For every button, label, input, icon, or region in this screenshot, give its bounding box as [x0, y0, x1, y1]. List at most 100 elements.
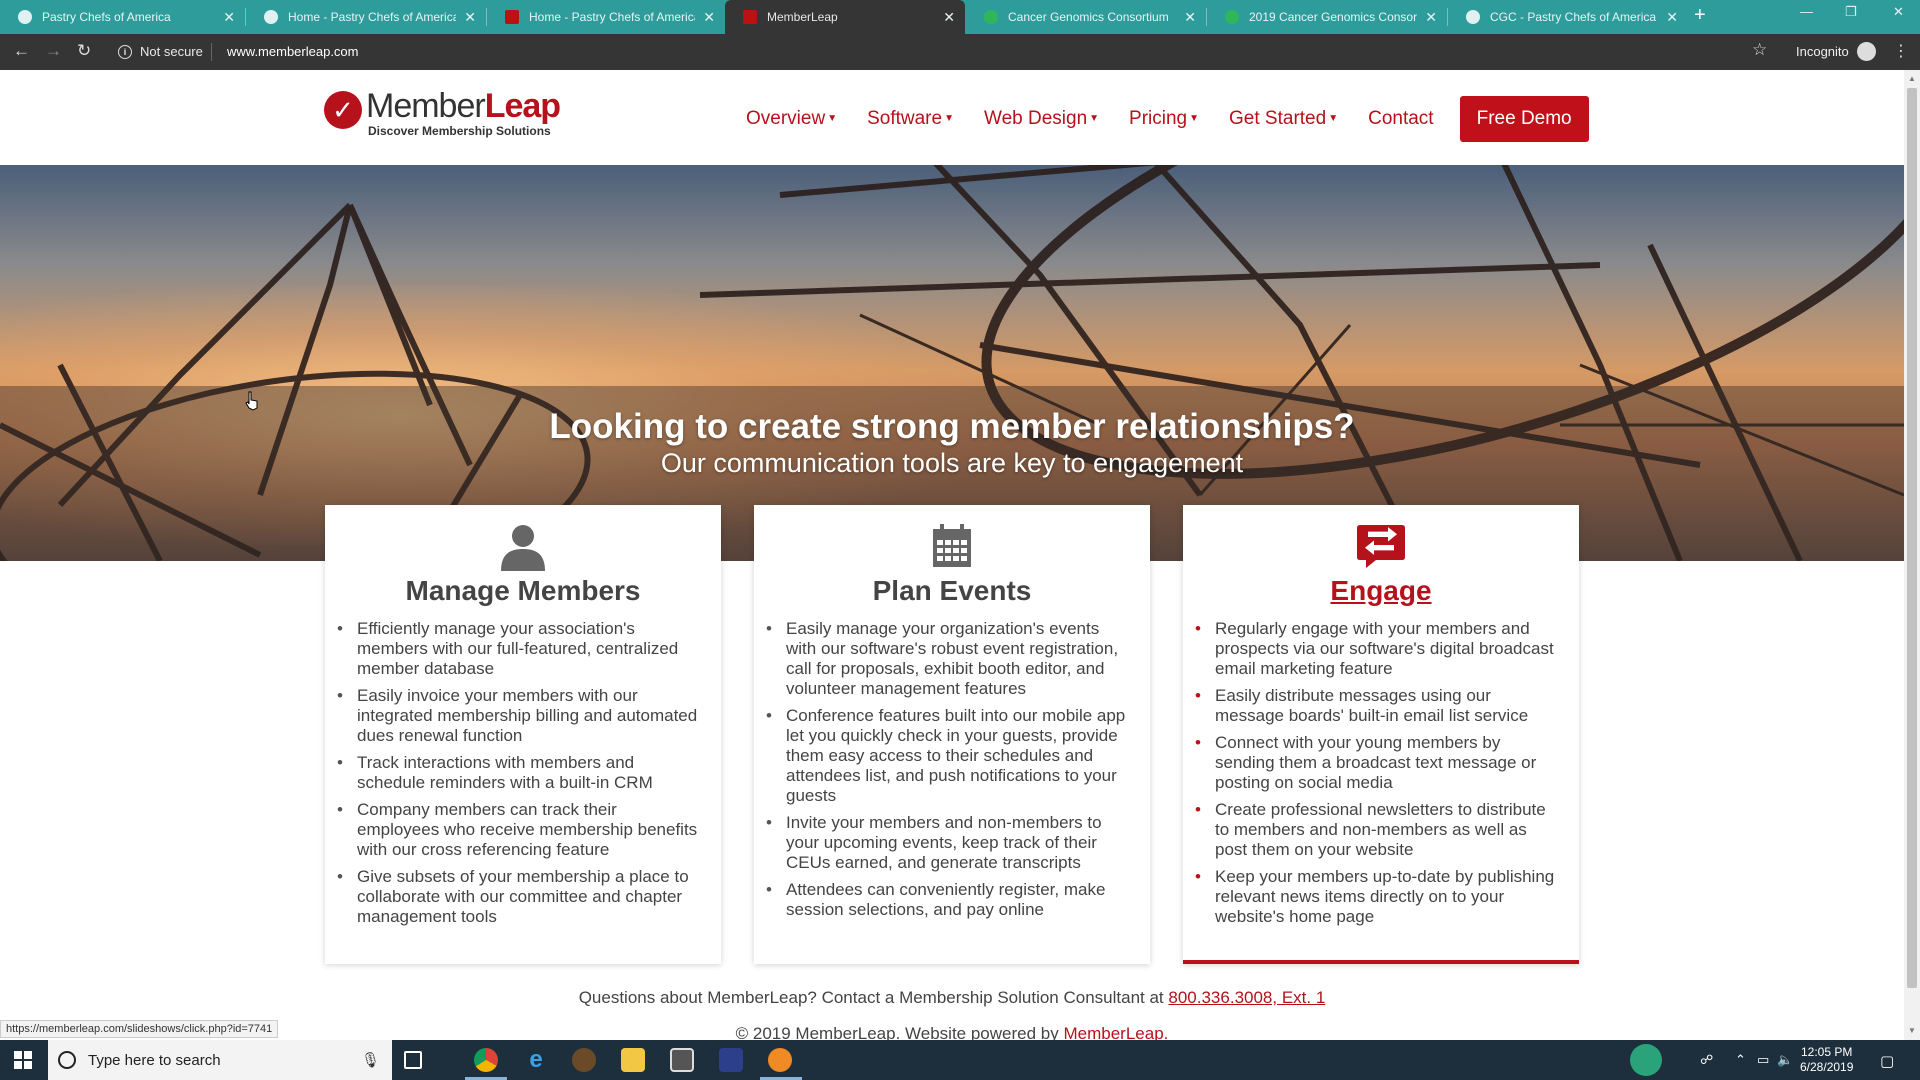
- caret-down-icon: ▼: [827, 113, 838, 125]
- close-icon[interactable]: ✕: [1184, 9, 1196, 26]
- close-icon[interactable]: ✕: [943, 9, 955, 26]
- memberleap-link[interactable]: MemberLeap.: [1063, 1024, 1168, 1040]
- nav-get-started[interactable]: Get Started ▼: [1229, 108, 1338, 130]
- list-item: Connect with your young members by sendi…: [1195, 733, 1559, 793]
- forward-arrow-icon[interactable]: →: [45, 41, 62, 61]
- volume-icon[interactable]: 🔈: [1777, 1052, 1793, 1068]
- file-explorer-icon[interactable]: [621, 1048, 645, 1072]
- app-icon[interactable]: [768, 1048, 792, 1072]
- browser-tab[interactable]: Pastry Chefs of America ✕: [0, 0, 245, 34]
- caret-down-icon: ▼: [944, 113, 954, 125]
- browser-tab[interactable]: 2019 Cancer Genomics Consortiu ✕: [1207, 0, 1447, 34]
- globe-icon: [18, 10, 32, 24]
- bookmark-star-icon[interactable]: ☆: [1752, 40, 1767, 60]
- scrollbar-thumb[interactable]: [1907, 88, 1917, 988]
- close-icon[interactable]: ✕: [223, 9, 235, 26]
- nav-software[interactable]: Software ▼: [867, 108, 954, 130]
- microphone-icon[interactable]: 🎙: [361, 1051, 380, 1069]
- globe-icon: [264, 10, 278, 24]
- tab-label: Home - Pastry Chefs of America: [288, 10, 457, 24]
- page-scrollbar[interactable]: ▲ ▼: [1904, 70, 1920, 1040]
- person-icon: [501, 525, 545, 571]
- chevron-up-icon[interactable]: ⌃: [1735, 1052, 1746, 1068]
- nav-overview[interactable]: Overview ▼: [746, 108, 837, 130]
- network-icon[interactable]: ▭: [1757, 1052, 1769, 1068]
- windows-start-icon[interactable]: [14, 1051, 32, 1069]
- internet-explorer-icon[interactable]: e: [524, 1048, 548, 1072]
- new-tab-plus-icon[interactable]: +: [1694, 4, 1706, 27]
- list-item: Attendees can conveniently register, mak…: [766, 880, 1130, 920]
- feature-card-manage-members: Manage Members Efficiently manage your a…: [325, 505, 721, 964]
- list-item: Invite your members and non-members to y…: [766, 813, 1130, 873]
- minimize-icon[interactable]: —: [1800, 4, 1813, 19]
- nav-label: Overview: [746, 108, 826, 129]
- url-field[interactable]: www.memberleap.com: [227, 44, 359, 59]
- list-item: Give subsets of your membership a place …: [337, 867, 701, 927]
- incognito-label: Incognito: [1796, 44, 1849, 59]
- tab-label: Cancer Genomics Consortium: [1008, 10, 1169, 24]
- incognito-icon[interactable]: [1857, 42, 1876, 61]
- browser-tab[interactable]: Cancer Genomics Consortium ✕: [966, 0, 1206, 34]
- close-icon[interactable]: ✕: [464, 9, 476, 26]
- list-item: Regularly engage with your members and p…: [1195, 619, 1559, 679]
- contact-text: Questions about MemberLeap? Contact a Me…: [578, 988, 1164, 1007]
- pulse-monitor-icon[interactable]: [1630, 1044, 1662, 1076]
- logo-name-part2: Leap: [484, 87, 561, 125]
- cgc-icon: [1225, 10, 1239, 24]
- close-window-icon[interactable]: ✕: [1893, 4, 1904, 20]
- scroll-up-icon[interactable]: ▲: [1908, 74, 1916, 83]
- site-header: ✓ MemberLeap Discover Membership Solutio…: [0, 70, 1904, 165]
- clock[interactable]: 12:05 PM 6/28/2019: [1800, 1045, 1853, 1075]
- web-page: ✓ MemberLeap Discover Membership Solutio…: [0, 70, 1904, 1040]
- search-placeholder: Type here to search: [88, 1051, 221, 1069]
- nav-web-design[interactable]: Web Design ▼: [984, 108, 1099, 130]
- clock-time: 12:05 PM: [1801, 1045, 1853, 1059]
- logo-tagline: Discover Membership Solutions: [368, 124, 551, 138]
- nav-label: Web Design: [983, 108, 1088, 129]
- phone-link[interactable]: 800.336.3008, Ext. 1: [1168, 988, 1325, 1007]
- nav-contact[interactable]: Contact: [1368, 108, 1433, 130]
- list-item: Easily manage your organization's events…: [766, 619, 1130, 699]
- caret-down-icon: ▼: [1089, 113, 1100, 125]
- nav-label: Pricing: [1129, 108, 1188, 129]
- browser-tab-active[interactable]: MemberLeap ✕: [725, 0, 965, 34]
- free-demo-button[interactable]: Free Demo: [1459, 96, 1589, 142]
- nav-pricing[interactable]: Pricing ▼: [1129, 108, 1199, 130]
- card-title-link[interactable]: Engage: [1183, 575, 1579, 607]
- close-icon[interactable]: ✕: [1666, 9, 1678, 26]
- browser-tab[interactable]: Home - Pastry Chefs of America ✕: [246, 0, 486, 34]
- task-view-icon[interactable]: [404, 1051, 422, 1069]
- tab-label: CGC - Pastry Chefs of America: [1490, 10, 1657, 24]
- windows-taskbar: Type here to search 🎙 e ☍ ⌃ ▭ 🔈 12:05 PM…: [0, 1040, 1920, 1080]
- browser-tab[interactable]: Home - Pastry Chefs of America ✕: [487, 0, 725, 34]
- logo-name-part1: Member: [366, 87, 486, 125]
- security-indicator[interactable]: i Not secure: [118, 44, 203, 59]
- caret-down-icon: ▼: [1189, 113, 1200, 125]
- calculator-icon[interactable]: [670, 1048, 694, 1072]
- logo-name: MemberLeap: [366, 87, 561, 125]
- chrome-icon[interactable]: [474, 1048, 498, 1072]
- browser-toolbar: ← → ↻ i Not secure www.memberleap.com ☆ …: [0, 34, 1920, 70]
- nav-label: Software: [867, 108, 943, 129]
- app-icon[interactable]: [572, 1048, 596, 1072]
- site-logo[interactable]: ✓ MemberLeap Discover Membership Solutio…: [324, 87, 561, 138]
- 3cx-icon[interactable]: [719, 1048, 743, 1072]
- card-title[interactable]: Manage Members: [325, 575, 721, 607]
- close-icon[interactable]: ✕: [1425, 9, 1437, 26]
- menu-dots-icon[interactable]: ⋮: [1893, 41, 1909, 61]
- close-icon[interactable]: ✕: [703, 9, 715, 26]
- people-icon[interactable]: ☍: [1700, 1052, 1713, 1068]
- restore-icon[interactable]: ❐: [1845, 4, 1857, 20]
- hero-banner[interactable]: Looking to create strong member relation…: [0, 165, 1904, 561]
- taskbar-search-input[interactable]: Type here to search 🎙: [48, 1040, 392, 1080]
- notification-icon[interactable]: ▢: [1880, 1052, 1894, 1070]
- reload-icon[interactable]: ↻: [77, 41, 91, 61]
- caret-down-icon: ▼: [1328, 113, 1339, 125]
- scroll-down-icon[interactable]: ▼: [1908, 1026, 1916, 1035]
- card-title[interactable]: Plan Events: [754, 575, 1150, 607]
- memberleap-icon: [743, 10, 757, 24]
- browser-tab[interactable]: CGC - Pastry Chefs of America ✕: [1448, 0, 1688, 34]
- info-icon: i: [118, 44, 132, 59]
- cgc-icon: [984, 10, 998, 24]
- back-arrow-icon[interactable]: ←: [13, 41, 30, 61]
